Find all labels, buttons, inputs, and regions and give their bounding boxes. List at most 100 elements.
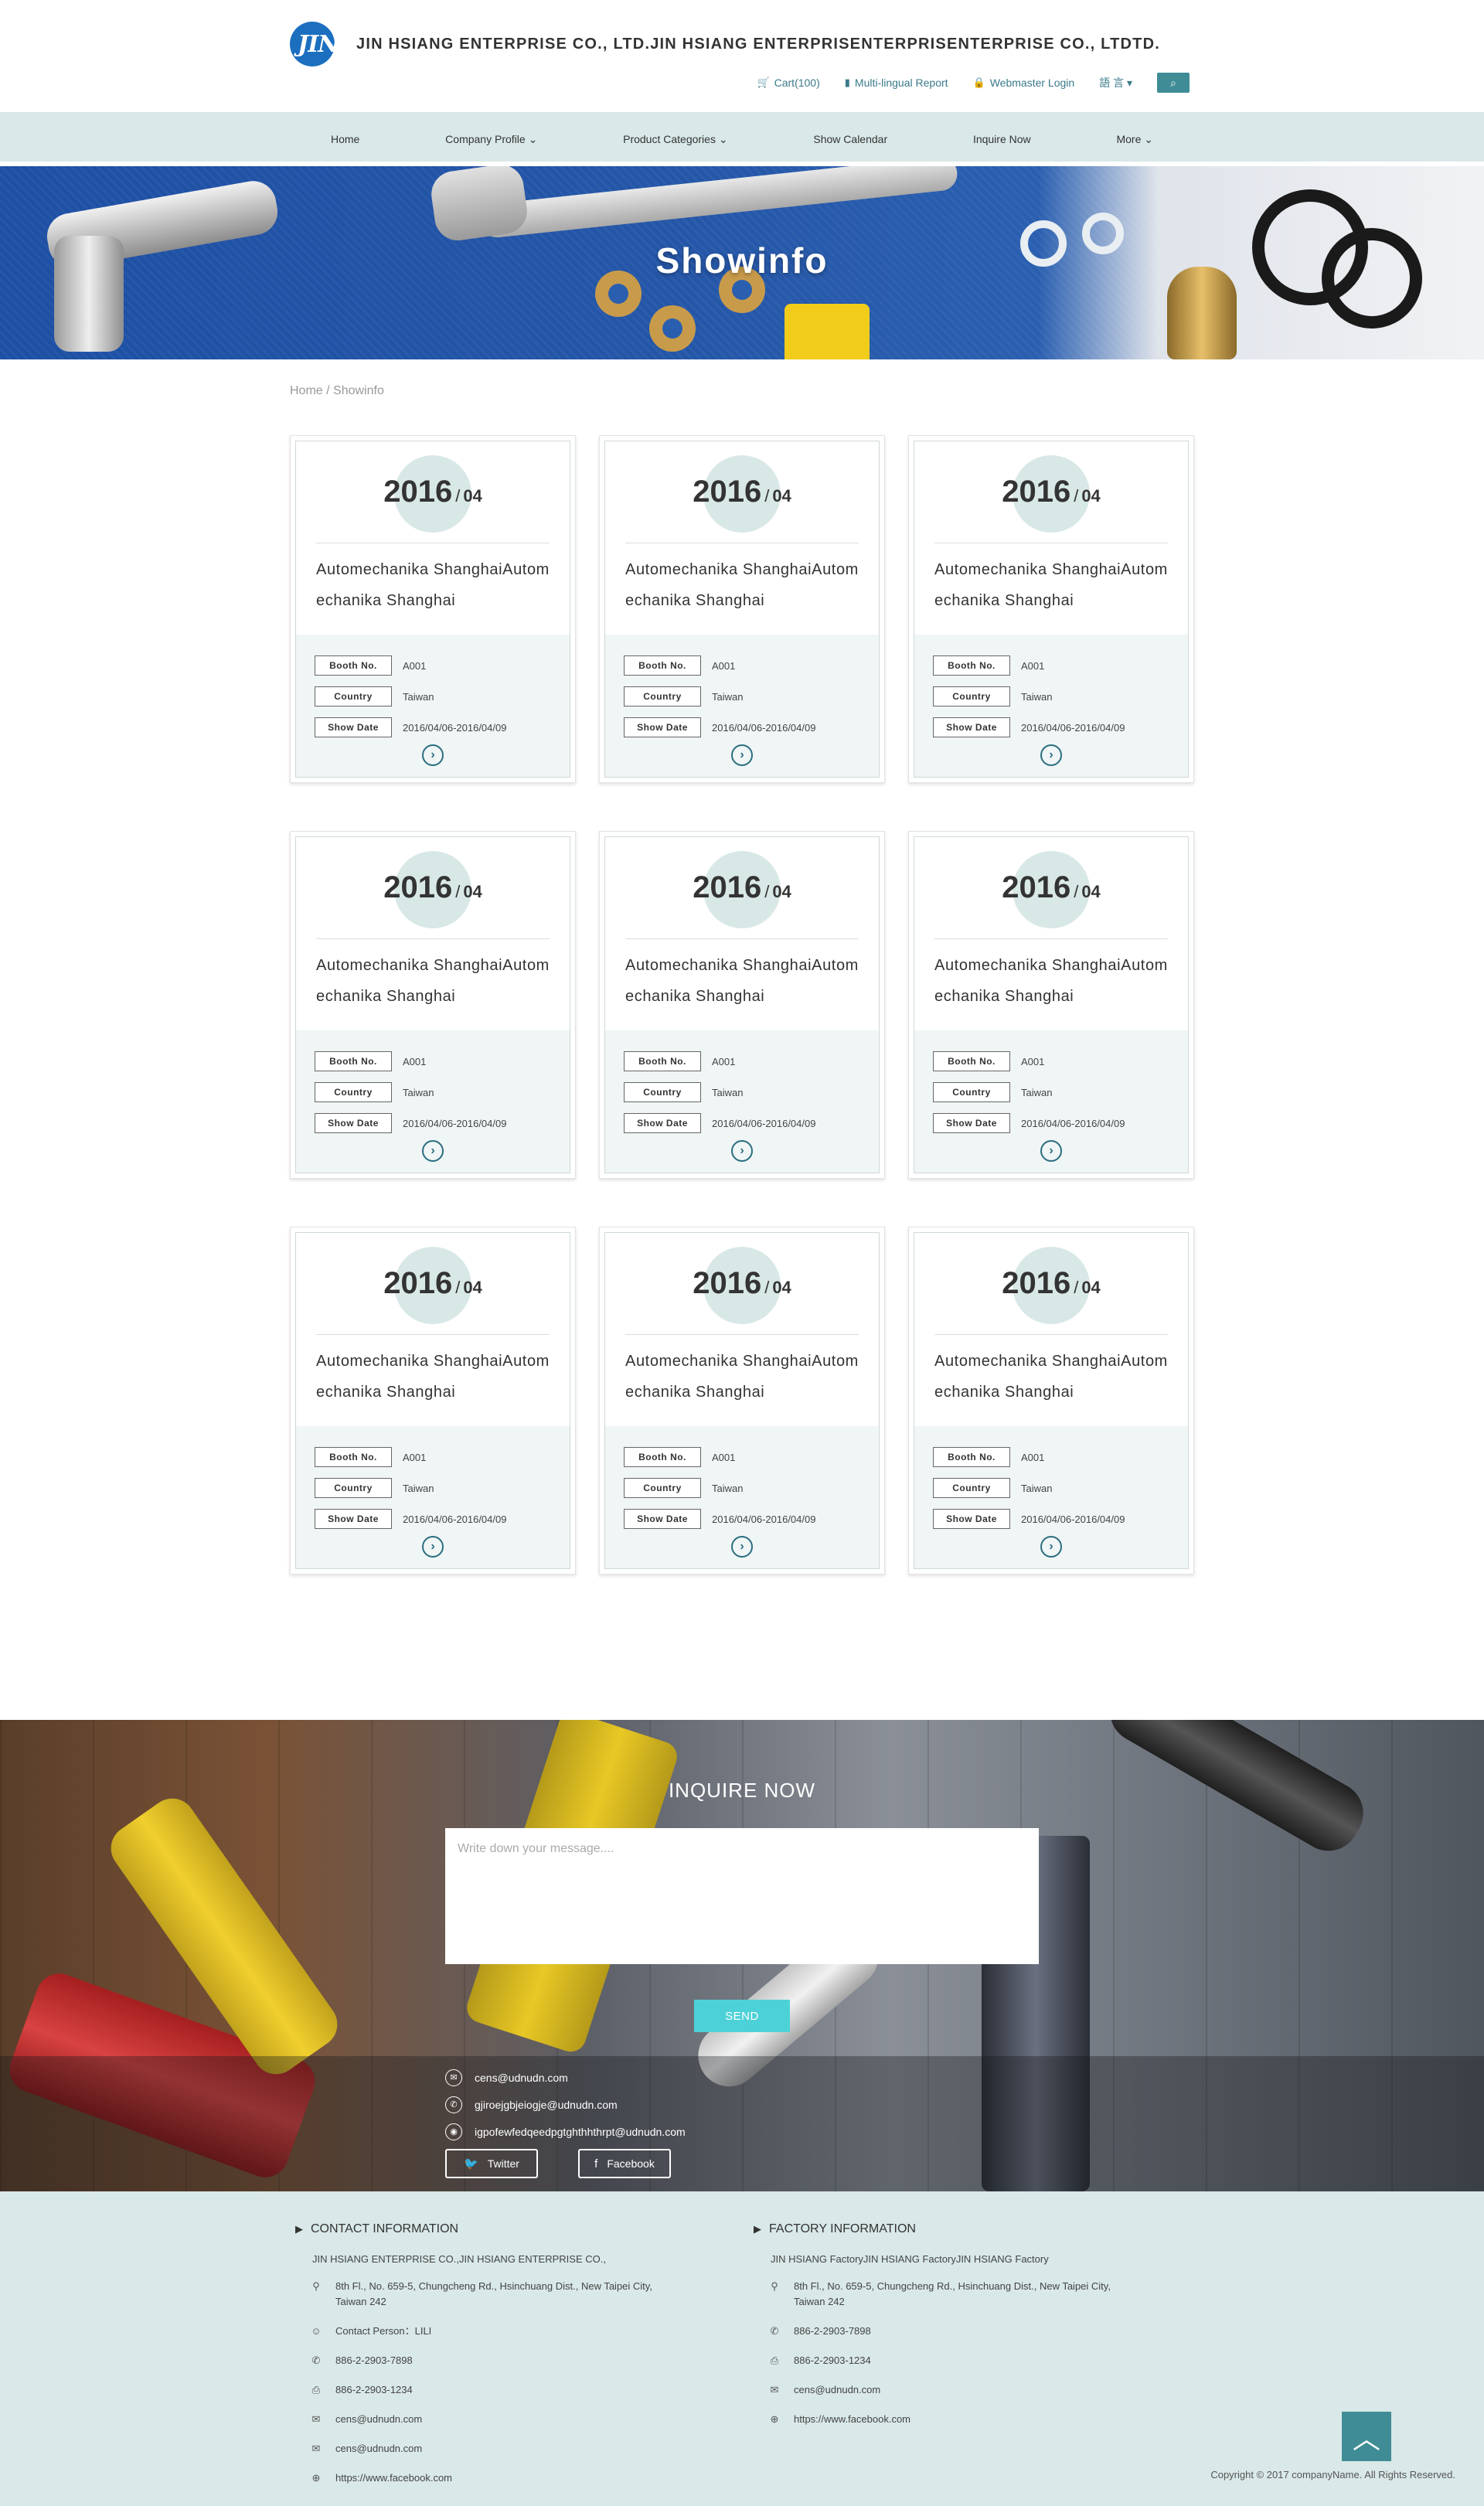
country-tag: Country (933, 1082, 1010, 1102)
contact-whatsapp-text: gjiroejgbjeiogje@udnudn.com (475, 2098, 618, 2111)
page-banner: Showinfo (0, 166, 1484, 359)
factory-phone[interactable]: 886-2-2903-7898 (794, 2324, 871, 2339)
twitter-button[interactable]: 🐦 Twitter (445, 2149, 538, 2178)
search-button[interactable]: ⌕ (1157, 73, 1190, 93)
view-more-button[interactable]: › (1040, 1536, 1062, 1558)
message-input[interactable] (445, 1828, 1039, 1964)
show-date-heading: 2016/04 (625, 441, 859, 543)
show-title[interactable]: Automechanika ShanghaiAutomechanika Shan… (934, 950, 1168, 1012)
chevron-right-icon: › (1049, 1540, 1053, 1553)
show-date-value: 2016/04/06-2016/04/09 (712, 1513, 816, 1525)
factory-name: JIN HSIANG FactoryJIN HSIANG FactoryJIN … (771, 2253, 1049, 2265)
date-separator: / (764, 1278, 770, 1297)
view-more-button[interactable]: › (422, 1140, 444, 1162)
report-link[interactable]: ▮ Multi-lingual Report (845, 77, 948, 89)
show-card[interactable]: 2016/04 Automechanika ShanghaiAutomechan… (908, 435, 1194, 783)
contact-website[interactable]: https://www.facebook.com (335, 2470, 452, 2486)
booth-value: A001 (1021, 659, 1045, 672)
show-title[interactable]: Automechanika ShanghaiAutomechanika Shan… (625, 554, 859, 616)
show-month: 04 (772, 1278, 791, 1297)
show-title[interactable]: Automechanika ShanghaiAutomechanika Shan… (316, 950, 550, 1012)
show-title[interactable]: Automechanika ShanghaiAutomechanika Shan… (934, 554, 1168, 616)
nav-product-categories[interactable]: Product Categories ⌄ (623, 133, 727, 146)
show-title[interactable]: Automechanika ShanghaiAutomechanika Shan… (934, 1346, 1168, 1408)
show-month: 04 (1081, 882, 1101, 901)
show-title[interactable]: Automechanika ShanghaiAutomechanika Shan… (316, 1346, 550, 1408)
show-date-value: 2016/04/06-2016/04/09 (712, 1117, 816, 1129)
country-value: Taiwan (403, 690, 434, 703)
show-year: 2016 (1002, 475, 1071, 509)
chevron-right-icon: › (740, 1540, 744, 1553)
nav-inquire-now[interactable]: Inquire Now (973, 133, 1031, 145)
chevron-right-icon: › (740, 748, 744, 761)
show-card[interactable]: 2016/04 Automechanika ShanghaiAutomechan… (599, 435, 885, 783)
language-selector[interactable]: 語 言 ▾ (1099, 75, 1132, 90)
contact-email-2[interactable]: cens@udnudn.com (335, 2441, 422, 2457)
nav-show-calendar[interactable]: Show Calendar (813, 133, 887, 145)
view-more-button[interactable]: › (422, 1536, 444, 1558)
booth-tag: Booth No. (624, 1447, 701, 1467)
country-tag: Country (315, 686, 392, 707)
contact-mail[interactable]: ✉ cens@udnudn.com (445, 2064, 686, 2091)
view-more-button[interactable]: › (422, 744, 444, 766)
show-month: 04 (772, 486, 791, 506)
view-more-button[interactable]: › (731, 1140, 753, 1162)
company-logo[interactable]: JIN (290, 22, 339, 66)
login-label: Webmaster Login (989, 77, 1075, 89)
factory-website[interactable]: https://www.facebook.com (794, 2412, 910, 2427)
factory-address: 8th Fl., No. 659-5, Chungcheng Rd., Hsin… (794, 2280, 1111, 2307)
top-links: 🛒 Cart(100) ▮ Multi-lingual Report 🔒 Web… (757, 73, 1190, 93)
show-date-heading: 2016/04 (625, 837, 859, 939)
booth-value: A001 (1021, 1055, 1045, 1067)
show-card[interactable]: 2016/04 Automechanika ShanghaiAutomechan… (290, 1227, 576, 1575)
contact-wechat[interactable]: ◉ igpofewfedqeedpgtghthhthrpt@udnudn.com (445, 2118, 686, 2145)
contact-phone[interactable]: 886-2-2903-7898 (335, 2353, 413, 2368)
show-card[interactable]: 2016/04 Automechanika ShanghaiAutomechan… (599, 831, 885, 1179)
factory-information: ▶ FACTORY INFORMATION JIN HSIANG FactoryJ… (754, 2222, 1186, 2427)
view-more-button[interactable]: › (731, 1536, 753, 1558)
contact-fax: 886-2-2903-1234 (335, 2384, 413, 2395)
language-label: 語 言 ▾ (1099, 77, 1132, 89)
cart-link[interactable]: 🛒 Cart(100) (757, 77, 819, 89)
booth-value: A001 (712, 659, 736, 672)
nav-more[interactable]: More ⌄ (1116, 133, 1153, 146)
nav-company-profile[interactable]: Company Profile ⌄ (445, 133, 537, 146)
contact-whatsapp[interactable]: ✆ gjiroejgbjeiogje@udnudn.com (445, 2091, 686, 2118)
contact-address: 8th Fl., No. 659-5, Chungcheng Rd., Hsin… (335, 2280, 652, 2307)
nut-image (649, 305, 696, 352)
tape-image (785, 304, 870, 359)
send-button[interactable]: SEND (694, 2000, 790, 2032)
view-more-button[interactable]: › (1040, 744, 1062, 766)
view-more-button[interactable]: › (1040, 1140, 1062, 1162)
breadcrumb[interactable]: Home / Showinfo (290, 384, 1194, 403)
show-card[interactable]: 2016/04 Automechanika ShanghaiAutomechan… (599, 1227, 885, 1575)
phone-icon: ✆ (311, 2354, 321, 2366)
factory-email[interactable]: cens@udnudn.com (794, 2382, 880, 2398)
show-card[interactable]: 2016/04 Automechanika ShanghaiAutomechan… (290, 831, 576, 1179)
show-card[interactable]: 2016/04 Automechanika ShanghaiAutomechan… (908, 831, 1194, 1179)
show-title[interactable]: Automechanika ShanghaiAutomechanika Shan… (625, 1346, 859, 1408)
show-card[interactable]: 2016/04 Automechanika ShanghaiAutomechan… (908, 1227, 1194, 1575)
facebook-button[interactable]: f Facebook (578, 2149, 671, 2178)
report-icon: ▮ (844, 77, 850, 88)
webmaster-login-link[interactable]: 🔒 Webmaster Login (973, 77, 1075, 89)
show-title[interactable]: Automechanika ShanghaiAutomechanika Shan… (316, 554, 550, 616)
booth-tag: Booth No. (315, 655, 392, 676)
show-year: 2016 (693, 870, 762, 904)
date-separator: / (764, 882, 770, 901)
main-content: Home / Showinfo 2016/04 Automechanika Sh… (290, 384, 1194, 1575)
show-month: 04 (463, 882, 482, 901)
country-value: Taiwan (1021, 1482, 1053, 1494)
nav-home[interactable]: Home (331, 133, 359, 145)
chevron-right-icon: › (431, 748, 435, 761)
back-to-top-button[interactable]: ︿ (1342, 2412, 1391, 2461)
show-card[interactable]: 2016/04 Automechanika ShanghaiAutomechan… (290, 435, 576, 783)
show-date-tag: Show Date (315, 1509, 392, 1529)
show-date-value: 2016/04/06-2016/04/09 (1021, 721, 1125, 734)
contact-email-1[interactable]: cens@udnudn.com (335, 2412, 422, 2427)
show-title[interactable]: Automechanika ShanghaiAutomechanika Shan… (625, 950, 859, 1012)
view-more-button[interactable]: › (731, 744, 753, 766)
contact-information: ▶ CONTACT INFORMATION JIN HSIANG ENTERPRI… (295, 2222, 728, 2486)
country-value: Taiwan (1021, 1086, 1053, 1098)
country-tag: Country (933, 686, 1010, 707)
